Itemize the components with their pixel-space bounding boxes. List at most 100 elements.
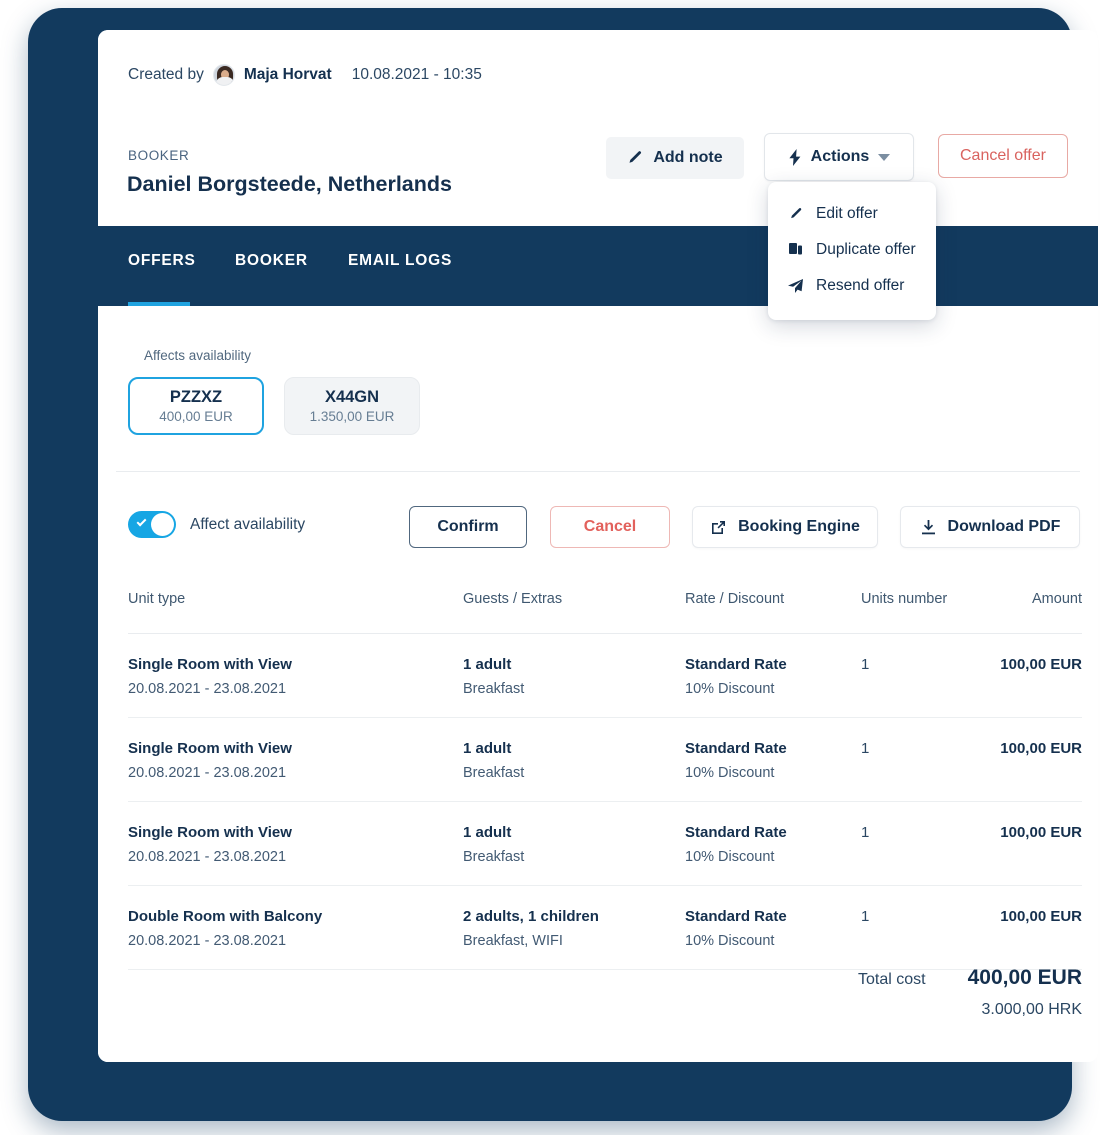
cell-units-number: 1: [861, 824, 870, 841]
cell-guests: 1 adult: [463, 656, 512, 673]
external-link-icon: [710, 519, 727, 536]
column-header-units-number: Units number: [861, 591, 948, 607]
menu-item-label: Resend offer: [816, 277, 905, 294]
cell-amount: 100,00 EUR: [1000, 656, 1082, 673]
download-pdf-label: Download PDF: [947, 518, 1061, 535]
booking-engine-label: Booking Engine: [738, 518, 860, 535]
cell-dates: 20.08.2021 - 23.08.2021: [128, 933, 287, 949]
actions-button[interactable]: Actions: [764, 133, 914, 181]
column-header-amount: Amount: [1032, 591, 1082, 607]
total-cost-primary: 400,00 EUR: [967, 966, 1082, 989]
affect-availability-label: Affect availability: [190, 515, 306, 533]
cell-dates: 20.08.2021 - 23.08.2021: [128, 681, 287, 697]
booker-section-label: BOOKER: [128, 148, 190, 163]
cell-extras: Breakfast: [463, 765, 525, 781]
avatar: [212, 64, 235, 86]
cell-guests: 1 adult: [463, 824, 512, 841]
cell-discount: 10% Discount: [685, 765, 775, 781]
offer-items-table: Unit type Guests / Extras Rate / Discoun…: [128, 589, 1082, 970]
chevron-down-icon: [878, 153, 891, 161]
cell-discount: 10% Discount: [685, 681, 775, 697]
actions-label: Actions: [810, 148, 870, 165]
cell-amount: 100,00 EUR: [1000, 908, 1082, 925]
table-row[interactable]: Single Room with View 20.08.2021 - 23.08…: [128, 718, 1082, 802]
cell-extras: Breakfast, WIFI: [463, 933, 563, 949]
cell-dates: 20.08.2021 - 23.08.2021: [128, 849, 287, 865]
cancel-offer-label: Cancel offer: [960, 147, 1046, 164]
actions-dropdown-menu: Edit offer Duplicate offer Resend offer: [768, 182, 936, 320]
totals-section: Total cost 400,00 EUR 3.000,00 HRK: [858, 966, 1082, 1019]
cell-unit-type: Single Room with View: [128, 656, 292, 673]
menu-item-label: Edit offer: [816, 205, 878, 222]
offer-detail-card: Created by Maja Horvat 10.08.2021 - 10:3…: [98, 30, 1098, 1062]
offer-chip-amount: 1.350,00 EUR: [309, 409, 395, 424]
menu-item-resend-offer[interactable]: Resend offer: [768, 268, 936, 304]
cancel-button[interactable]: Cancel: [550, 506, 670, 548]
offers-panel: Affects availability PZZXZ 400,00 EUR X4…: [98, 306, 1098, 1062]
download-pdf-button[interactable]: Download PDF: [900, 506, 1080, 548]
table-row[interactable]: Double Room with Balcony 20.08.2021 - 23…: [128, 886, 1082, 970]
copy-icon: [788, 243, 803, 257]
affect-availability-control: Affect availability: [128, 511, 305, 538]
offer-chip-amount: 400,00 EUR: [159, 409, 233, 424]
menu-item-edit-offer[interactable]: Edit offer: [768, 196, 936, 232]
cell-units-number: 1: [861, 908, 870, 925]
check-icon: [136, 516, 147, 527]
offer-chip[interactable]: X44GN 1.350,00 EUR: [284, 377, 420, 435]
cell-extras: Breakfast: [463, 849, 525, 865]
cell-rate: Standard Rate: [685, 740, 787, 757]
tab-offers[interactable]: OFFERS: [128, 252, 196, 270]
booker-name: Daniel Borgsteede, Netherlands: [127, 172, 452, 196]
cell-discount: 10% Discount: [685, 849, 775, 865]
created-by-row: Created by Maja Horvat 10.08.2021 - 10:3…: [128, 64, 482, 86]
pencil-icon: [627, 150, 643, 166]
offer-chip-selected[interactable]: PZZXZ 400,00 EUR: [128, 377, 264, 435]
column-header-guests-extras: Guests / Extras: [463, 591, 563, 607]
cell-discount: 10% Discount: [685, 933, 775, 949]
affect-availability-toggle[interactable]: [128, 511, 176, 538]
confirm-button[interactable]: Confirm: [409, 506, 527, 548]
cell-extras: Breakfast: [463, 681, 525, 697]
cell-unit-type: Single Room with View: [128, 740, 292, 757]
cancel-offer-button[interactable]: Cancel offer: [938, 134, 1068, 178]
card-header: Created by Maja Horvat 10.08.2021 - 10:3…: [98, 30, 1098, 226]
menu-item-label: Duplicate offer: [816, 241, 916, 258]
tab-email-logs[interactable]: EMAIL LOGS: [348, 252, 452, 270]
total-cost-label: Total cost: [858, 971, 926, 988]
offer-chip-code: PZZXZ: [169, 388, 223, 406]
divider: [116, 471, 1080, 472]
affects-availability-label: Affects availability: [144, 348, 252, 363]
download-icon: [920, 519, 937, 536]
cell-rate: Standard Rate: [685, 908, 787, 925]
cell-guests: 2 adults, 1 children: [463, 908, 599, 925]
cell-rate: Standard Rate: [685, 824, 787, 841]
tab-booker[interactable]: BOOKER: [235, 252, 308, 270]
confirm-label: Confirm: [437, 518, 499, 535]
cell-rate: Standard Rate: [685, 656, 787, 673]
created-by-label: Created by: [128, 66, 204, 83]
cell-units-number: 1: [861, 740, 870, 757]
total-cost-secondary: 3.000,00 HRK: [981, 1001, 1082, 1018]
lightning-icon: [788, 148, 802, 166]
table-header-row: Unit type Guests / Extras Rate / Discoun…: [128, 589, 1082, 633]
add-note-label: Add note: [653, 149, 723, 166]
booking-engine-button[interactable]: Booking Engine: [692, 506, 878, 548]
send-icon: [788, 279, 803, 293]
cell-unit-type: Double Room with Balcony: [128, 908, 323, 925]
table-row[interactable]: Single Room with View 20.08.2021 - 23.08…: [128, 802, 1082, 886]
add-note-button[interactable]: Add note: [606, 137, 744, 179]
table-row[interactable]: Single Room with View 20.08.2021 - 23.08…: [128, 634, 1082, 718]
menu-item-duplicate-offer[interactable]: Duplicate offer: [768, 232, 936, 268]
tab-bar: OFFERS BOOKER EMAIL LOGS: [98, 226, 1098, 306]
pencil-icon: [788, 207, 803, 221]
cell-amount: 100,00 EUR: [1000, 824, 1082, 841]
app-window-frame: Created by Maja Horvat 10.08.2021 - 10:3…: [28, 8, 1098, 1121]
cell-guests: 1 adult: [463, 740, 512, 757]
cancel-label: Cancel: [583, 518, 637, 535]
column-header-rate-discount: Rate / Discount: [685, 591, 785, 607]
cell-units-number: 1: [861, 656, 870, 673]
column-header-unit-type: Unit type: [128, 591, 186, 607]
cell-dates: 20.08.2021 - 23.08.2021: [128, 765, 287, 781]
created-timestamp: 10.08.2021 - 10:35: [351, 66, 482, 83]
cell-amount: 100,00 EUR: [1000, 740, 1082, 757]
